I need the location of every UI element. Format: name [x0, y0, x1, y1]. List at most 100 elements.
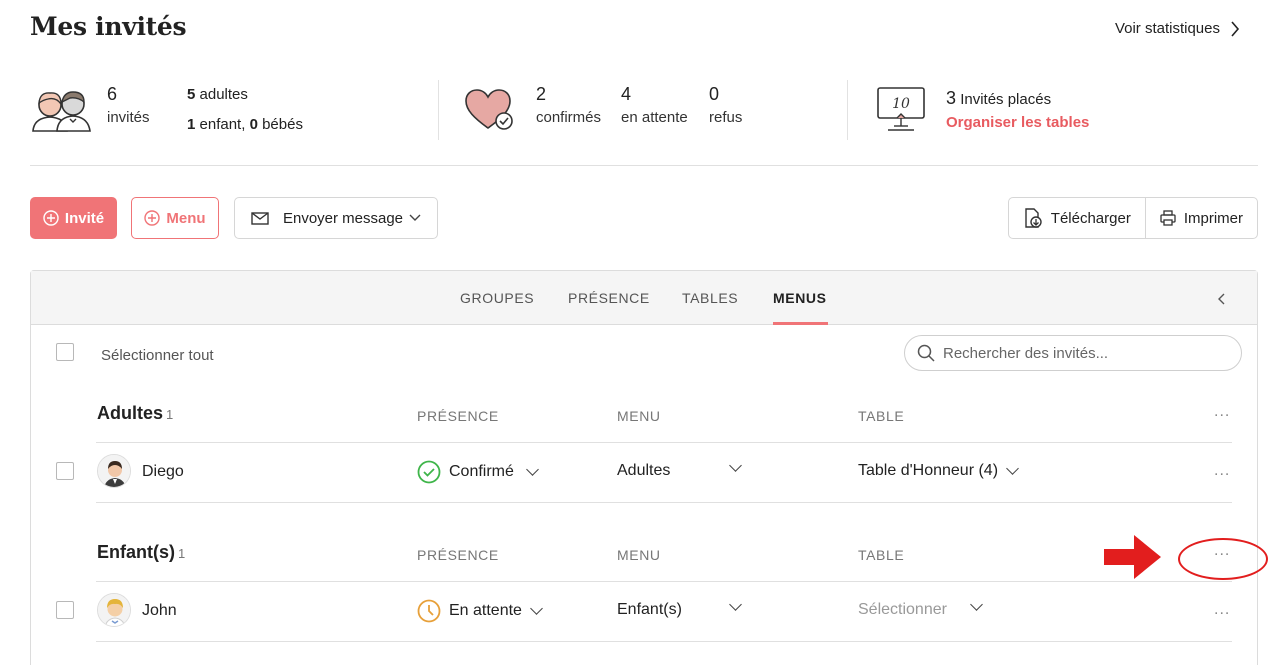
presence-dropdown[interactable]: Confirmé — [417, 460, 539, 484]
group-count: 1 — [166, 407, 174, 422]
adults-count-value: 5 — [187, 86, 196, 103]
view-statistics-label: Voir statistiques — [1114, 20, 1220, 37]
active-tab-indicator — [773, 322, 828, 325]
refused-label: refus — [709, 109, 743, 126]
adults-count-label: adultes — [199, 86, 248, 103]
column-header-presence: PRÉSENCE — [417, 408, 499, 424]
presence-value: En attente — [449, 602, 522, 619]
refused-count: 0 — [709, 84, 720, 104]
babies-count-label: bébés — [262, 116, 303, 133]
row-options-button[interactable]: ... — [1214, 601, 1230, 619]
child-avatar-icon — [98, 594, 130, 626]
confirmed-count: 2 — [536, 84, 547, 104]
check-circle-icon — [417, 460, 441, 484]
group-title-label: Enfant(s) — [97, 542, 175, 562]
chevron-left-icon[interactable] — [1217, 293, 1225, 305]
table-sign-icon: 10 — [877, 87, 925, 131]
summary-divider — [438, 80, 439, 140]
avatar — [97, 593, 131, 627]
guest-summary: 6 invités 5 adultes 1 enfant, 0 bébés 2 … — [30, 76, 1258, 166]
chevron-right-icon — [1231, 20, 1240, 37]
table-value: Table d'Honneur (4) — [858, 462, 999, 479]
pending-label: en attente — [621, 109, 688, 126]
menu-value: Adultes — [617, 462, 671, 479]
total-guests-label: invités — [107, 109, 150, 126]
group-title-enfants: Enfant(s) 1 — [97, 542, 185, 563]
red-arrow-annotation — [1104, 535, 1161, 579]
column-header-menu: MENU — [617, 408, 661, 424]
placed-count: 3 — [946, 88, 957, 108]
tab-menus[interactable]: MENUS — [773, 290, 827, 306]
children-babies-count: 1 enfant, 0 bébés — [187, 116, 303, 133]
add-menu-label: Menu — [166, 209, 206, 227]
heart-check-icon — [465, 89, 513, 130]
tab-groupes[interactable]: GROUPES — [460, 290, 534, 306]
children-count-value: 1 — [187, 116, 196, 133]
table-value: Sélectionner — [858, 601, 947, 618]
select-all-checkbox[interactable] — [56, 343, 74, 361]
column-header-menu: MENU — [617, 547, 661, 563]
babies-count-value: 0 — [249, 116, 258, 133]
confirmed-label: confirmés — [536, 109, 602, 126]
chevron-down-icon — [530, 602, 543, 615]
send-message-label: Envoyer message — [282, 209, 404, 227]
group-title-label: Adultes — [97, 403, 164, 423]
row-divider — [96, 442, 1232, 443]
column-header-table: TABLE — [858, 408, 905, 424]
row-divider — [96, 641, 1232, 642]
man-avatar-icon — [98, 455, 130, 487]
row-checkbox[interactable] — [56, 462, 74, 480]
refused-stat: 0 refus — [709, 76, 742, 126]
table-dropdown[interactable]: Table d'Honneur (4) — [858, 462, 1019, 480]
pending-stat: 4 en attente — [621, 76, 688, 126]
confirmed-stat: 2 confirmés — [536, 76, 601, 126]
placed-label: Invités placés — [960, 91, 1052, 108]
table-dropdown[interactable]: Sélectionner — [858, 601, 947, 619]
tab-tables[interactable]: TABLES — [682, 290, 738, 306]
chevron-down-icon[interactable] — [729, 459, 742, 472]
page-title: Mes invités — [30, 12, 187, 41]
download-file-icon — [1025, 208, 1042, 228]
avatar — [97, 454, 131, 488]
total-guests-count: 6 — [107, 84, 118, 104]
printer-icon — [1160, 210, 1176, 226]
guest-name[interactable]: John — [142, 602, 177, 620]
group-count: 1 — [178, 546, 186, 561]
total-guests: 6 invités — [107, 76, 150, 126]
organize-tables-link[interactable]: Organiser les tables — [946, 114, 1089, 131]
search-input[interactable] — [943, 344, 1223, 362]
menu-dropdown[interactable]: Adultes — [617, 462, 670, 480]
search-icon — [917, 344, 935, 362]
print-button[interactable]: Imprimer — [1144, 198, 1257, 238]
print-label: Imprimer — [1183, 209, 1243, 227]
plus-circle-icon — [43, 210, 59, 226]
chevron-down-icon — [1006, 462, 1019, 475]
table-sign-number: 10 — [892, 96, 910, 112]
group-options-button[interactable]: ... — [1214, 403, 1230, 421]
row-divider — [96, 502, 1232, 503]
menu-dropdown[interactable]: Enfant(s) — [617, 601, 682, 619]
guest-list-panel: GROUPES PRÉSENCE TABLES MENUS Sélectionn… — [30, 270, 1258, 665]
envelope-icon — [251, 211, 269, 225]
send-message-button[interactable]: Envoyer message — [234, 197, 438, 239]
row-options-button[interactable]: ... — [1214, 462, 1230, 480]
chevron-down-icon — [409, 214, 421, 221]
add-menu-button[interactable]: Menu — [131, 197, 219, 239]
summary-divider — [847, 80, 848, 140]
export-actions: Télécharger Imprimer — [1007, 197, 1258, 239]
add-guest-button[interactable]: Invité — [30, 197, 117, 239]
guest-name[interactable]: Diego — [142, 463, 184, 481]
row-checkbox[interactable] — [56, 601, 74, 619]
view-statistics-link[interactable]: Voir statistiques — [1115, 20, 1240, 37]
chevron-down-icon[interactable] — [729, 598, 742, 611]
guest-search — [904, 335, 1242, 371]
presence-dropdown[interactable]: En attente — [417, 599, 543, 623]
download-button[interactable]: Télécharger — [1009, 198, 1145, 238]
chevron-down-icon — [526, 463, 539, 476]
group-title-adultes: Adultes 1 — [97, 403, 173, 424]
tab-presence[interactable]: PRÉSENCE — [568, 290, 650, 306]
download-label: Télécharger — [1050, 209, 1131, 227]
adults-count: 5 adultes — [187, 86, 248, 103]
chevron-down-icon[interactable] — [970, 598, 983, 611]
pending-count: 4 — [621, 84, 632, 104]
